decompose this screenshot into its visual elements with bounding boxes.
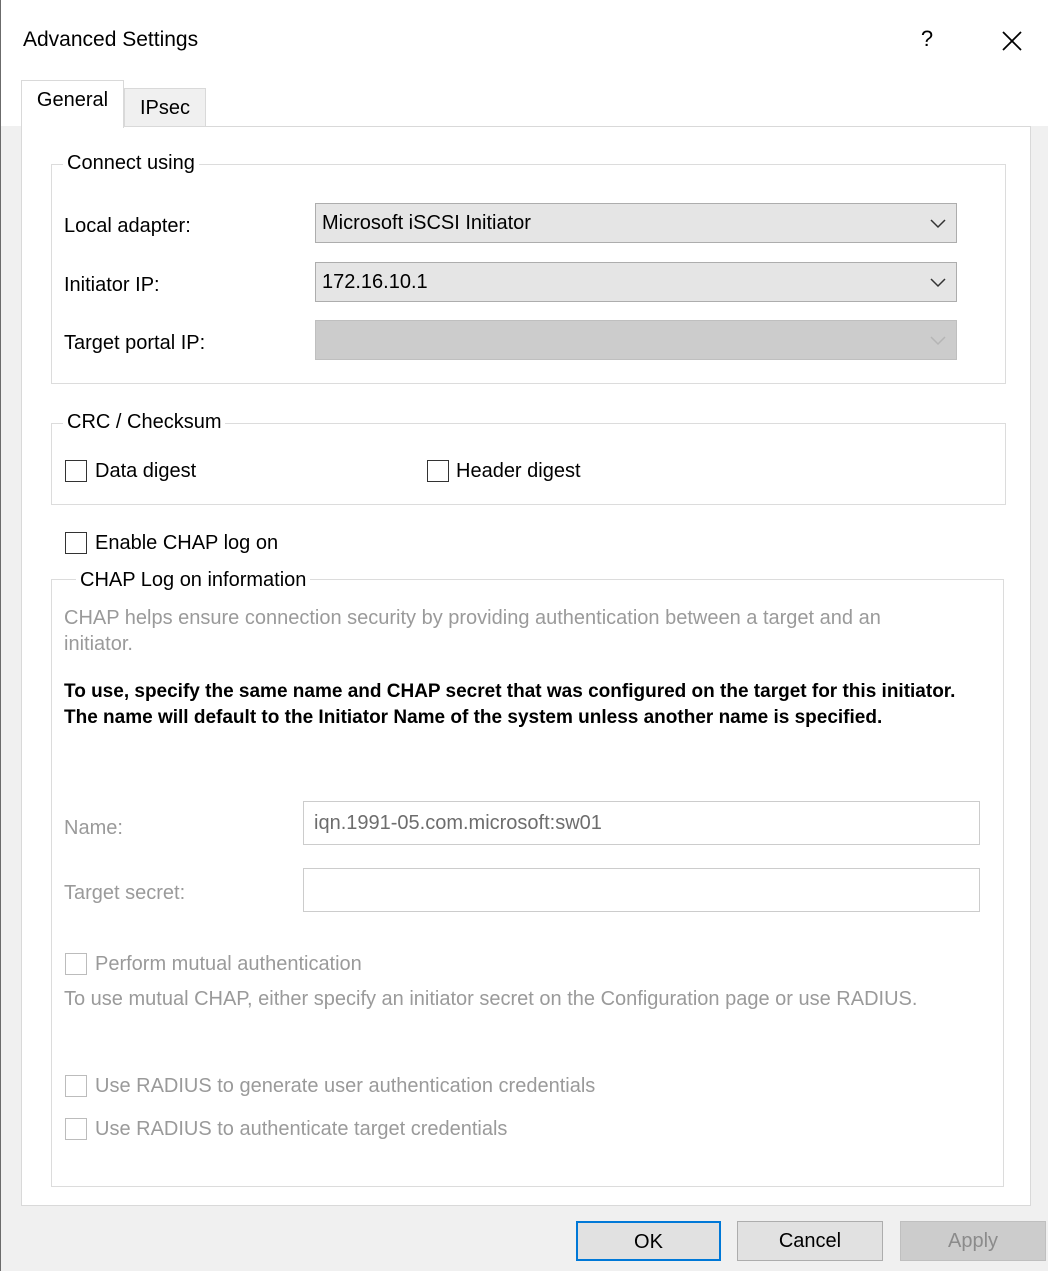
chap-instructions: To use, specify the same name and CHAP s…: [64, 681, 956, 728]
target-portal-ip-label: Target portal IP:: [64, 332, 206, 354]
target-secret-field[interactable]: [303, 868, 980, 912]
initiator-ip-value: 172.16.10.1: [322, 271, 428, 293]
cancel-button[interactable]: Cancel: [737, 1221, 883, 1261]
name-field[interactable]: iqn.1991-05.com.microsoft:sw01: [303, 801, 980, 845]
ok-button[interactable]: OK: [576, 1221, 721, 1261]
enable-chap-label: Enable CHAP log on: [95, 532, 279, 554]
radius-generate-checkbox[interactable]: [65, 1075, 87, 1097]
tab-ipsec[interactable]: IPsec: [124, 88, 206, 128]
initiator-ip-dropdown[interactable]: 172.16.10.1: [315, 262, 957, 302]
chevron-down-icon: [930, 278, 946, 288]
tab-general[interactable]: General: [21, 80, 124, 128]
name-value: iqn.1991-05.com.microsoft:sw01: [314, 812, 602, 834]
mutual-auth-checkbox[interactable]: [65, 953, 87, 975]
enable-chap-checkbox[interactable]: [65, 532, 87, 554]
radius-authenticate-label: Use RADIUS to authenticate target creden…: [95, 1118, 508, 1140]
connect-using-legend: Connect using: [63, 152, 199, 175]
help-button[interactable]: ?: [917, 26, 937, 52]
dialog-title: Advanced Settings: [23, 28, 199, 51]
title-bar: Advanced Settings ?: [1, 0, 1048, 80]
local-adapter-value: Microsoft iSCSI Initiator: [322, 212, 531, 234]
header-digest-label: Header digest: [456, 460, 581, 482]
name-label: Name:: [64, 817, 123, 839]
target-secret-label: Target secret:: [64, 882, 186, 904]
radius-authenticate-checkbox[interactable]: [65, 1118, 87, 1140]
general-tab-panel: Connect using Local adapter: Microsoft i…: [21, 126, 1031, 1206]
initiator-ip-label: Initiator IP:: [64, 274, 160, 296]
chevron-down-icon: [930, 336, 946, 346]
mutual-auth-label: Perform mutual authentication: [95, 953, 362, 975]
radius-generate-label: Use RADIUS to generate user authenticati…: [95, 1075, 596, 1097]
data-digest-label: Data digest: [95, 460, 197, 482]
crc-checksum-legend: CRC / Checksum: [63, 411, 226, 434]
local-adapter-dropdown[interactable]: Microsoft iSCSI Initiator: [315, 203, 957, 243]
header-digest-checkbox[interactable]: [427, 460, 449, 482]
close-icon: [1002, 31, 1022, 51]
chevron-down-icon: [930, 219, 946, 229]
mutual-auth-description: To use mutual CHAP, either specify an in…: [64, 988, 918, 1010]
local-adapter-label: Local adapter:: [64, 215, 191, 237]
apply-button[interactable]: Apply: [900, 1221, 1046, 1261]
advanced-settings-dialog: Advanced Settings ? General IPsec Connec…: [0, 0, 1048, 1271]
close-button[interactable]: [1001, 22, 1031, 52]
data-digest-checkbox[interactable]: [65, 460, 87, 482]
target-portal-ip-dropdown[interactable]: [315, 320, 957, 360]
chap-info-legend: CHAP Log on information: [76, 569, 311, 592]
chap-description: CHAP helps ensure connection security by…: [64, 607, 881, 655]
